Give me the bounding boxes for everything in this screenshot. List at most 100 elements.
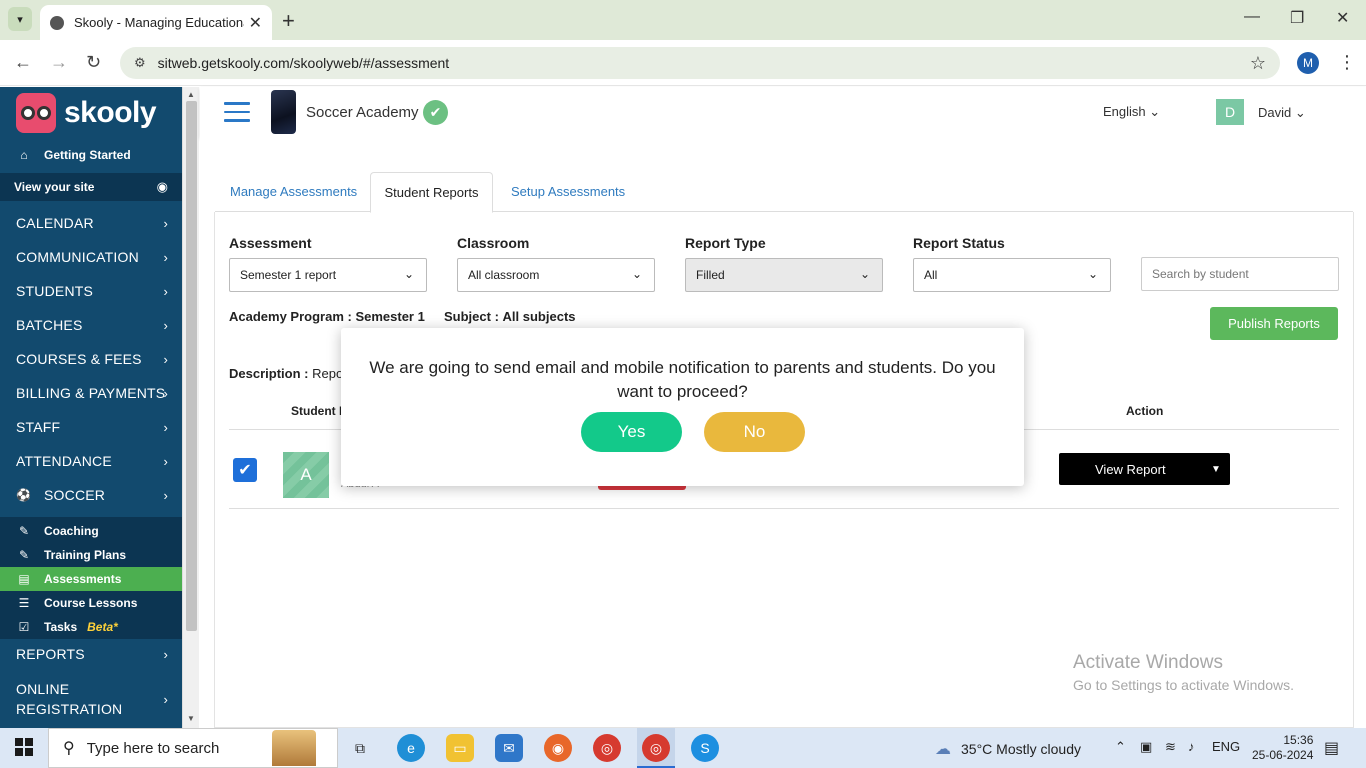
- favicon-icon: [50, 15, 64, 30]
- confirm-message: We are going to send email and mobile no…: [369, 358, 996, 401]
- edge-icon[interactable]: e: [397, 734, 425, 762]
- sidebar-item-students[interactable]: STUDENTS ›: [0, 279, 182, 303]
- browser-tab[interactable]: Skooly - Managing Educational ✕: [40, 5, 272, 40]
- chrome-icon[interactable]: ◎: [593, 734, 621, 762]
- search-icon: ⚲: [63, 740, 75, 757]
- chevron-down-icon: ⌄: [1294, 105, 1306, 120]
- reload-icon[interactable]: ↻: [86, 52, 101, 73]
- mail-icon[interactable]: ✉: [495, 734, 523, 762]
- column-header-student: Student N: [291, 404, 348, 418]
- windows-taskbar: ⚲ Type here to search ⧉ e ▭ ✉ ◉ ◎ ◎ S ☁ …: [0, 728, 1366, 768]
- chevron-right-icon: ›: [163, 487, 168, 503]
- activate-windows-title: Activate Windows: [1073, 652, 1223, 673]
- weather-widget[interactable]: ☁ 35°C Mostly cloudy: [935, 739, 1081, 759]
- cloud-icon: ☁: [935, 741, 951, 758]
- row-checkbox[interactable]: ✔: [233, 458, 257, 482]
- browser-profile-avatar[interactable]: M: [1297, 52, 1319, 74]
- tab-search-icon[interactable]: ▾: [8, 7, 32, 31]
- scroll-up-icon[interactable]: ▲: [187, 90, 195, 99]
- window-close-icon[interactable]: ✕: [1336, 8, 1349, 28]
- sidebar-item-reports[interactable]: REPORTS ›: [0, 642, 182, 666]
- taskbar-clock[interactable]: 15:36 25-06-2024: [1252, 733, 1313, 763]
- report-type-select[interactable]: Filled ⌄: [685, 258, 883, 292]
- chevron-right-icon: ›: [163, 419, 168, 435]
- browser-menu-icon[interactable]: ⋮: [1338, 52, 1356, 73]
- sidebar-item-calendar[interactable]: CALENDAR ›: [0, 211, 182, 235]
- eye-icon: ◉: [156, 179, 168, 194]
- sidebar-item-courses-fees[interactable]: COURSES & FEES ›: [0, 347, 182, 371]
- skooly-logo[interactable]: skooly: [16, 93, 157, 133]
- tab-title: Skooly - Managing Educational: [74, 15, 244, 30]
- sidebar-item-assessments[interactable]: ▤ Assessments: [0, 567, 182, 591]
- sidebar-item-online-registration[interactable]: ONLINE REGISTRATION ›: [0, 677, 182, 721]
- chevron-down-icon: ⌄: [631, 267, 642, 281]
- publish-reports-button[interactable]: Publish Reports: [1210, 307, 1338, 340]
- sidebar-item-attendance[interactable]: ATTENDANCE ›: [0, 449, 182, 473]
- tab-manage-assessments[interactable]: Manage Assessments: [230, 184, 357, 199]
- sidebar-item-getting-started[interactable]: ⌂ Getting Started: [0, 143, 182, 167]
- sidebar-item-training-plans[interactable]: ✎ Training Plans: [0, 543, 182, 567]
- sidebar-item-batches[interactable]: BATCHES ›: [0, 313, 182, 337]
- report-type-label: Report Type: [685, 235, 766, 251]
- notification-icon[interactable]: ▤: [1324, 738, 1339, 758]
- view-report-button[interactable]: View Report ▼: [1059, 453, 1230, 485]
- table-divider: [229, 508, 1339, 509]
- user-menu[interactable]: David ⌄: [1258, 105, 1306, 121]
- meet-now-icon[interactable]: ▣: [1140, 739, 1152, 755]
- chevron-right-icon: ›: [163, 646, 168, 662]
- chevron-up-icon[interactable]: ⌃: [1115, 739, 1126, 755]
- sidebar-item-staff[interactable]: STAFF ›: [0, 415, 182, 439]
- sidebar-item-course-lessons[interactable]: ☰ Course Lessons: [0, 591, 182, 615]
- back-icon[interactable]: ←: [14, 52, 32, 73]
- url-text[interactable]: sitweb.getskooly.com/skoolyweb/#/assessm…: [158, 55, 450, 71]
- tab-close-icon[interactable]: ✕: [249, 13, 262, 33]
- sidebar-item-tasks[interactable]: ☑ Tasks Beta*: [0, 615, 182, 639]
- forward-icon[interactable]: →: [50, 52, 68, 73]
- chevron-right-icon: ›: [163, 385, 168, 401]
- confirm-dialog: We are going to send email and mobile no…: [341, 328, 1024, 486]
- scroll-down-icon[interactable]: ▼: [187, 714, 195, 723]
- search-highlight-image[interactable]: [272, 730, 316, 766]
- user-avatar[interactable]: D: [1216, 99, 1244, 125]
- volume-icon[interactable]: ♪: [1188, 739, 1195, 754]
- chevron-right-icon: ›: [163, 351, 168, 367]
- windows-start-icon[interactable]: [15, 738, 33, 756]
- yes-button[interactable]: Yes: [581, 412, 682, 452]
- language-indicator[interactable]: ENG: [1212, 739, 1240, 754]
- sidebar-item-coaching[interactable]: ✎ Coaching: [0, 519, 182, 543]
- search-student-input[interactable]: [1141, 257, 1339, 291]
- report-status-select[interactable]: All ⌄: [913, 258, 1111, 292]
- sidebar-item-soccer[interactable]: ⚽ SOCCER ›: [0, 483, 182, 507]
- sidebar-item-communication[interactable]: COMMUNICATION ›: [0, 245, 182, 269]
- classroom-select[interactable]: All classroom ⌄: [457, 258, 655, 292]
- browser-tabbar: ▾ Skooly - Managing Educational ✕ + — ❐ …: [0, 0, 1366, 40]
- firefox-icon[interactable]: ◉: [544, 734, 572, 762]
- tab-setup-assessments[interactable]: Setup Assessments: [511, 184, 625, 199]
- hamburger-menu-icon[interactable]: [224, 102, 250, 122]
- bookmark-star-icon[interactable]: ☆: [1250, 53, 1266, 74]
- minimize-icon[interactable]: —: [1244, 8, 1260, 26]
- subject-info: Subject : All subjects: [444, 309, 576, 324]
- chevron-right-icon: ›: [163, 249, 168, 265]
- wifi-icon[interactable]: ≋: [1165, 739, 1176, 755]
- chrome-profile-icon[interactable]: ◎: [642, 734, 670, 762]
- sidebar-item-view-site[interactable]: View your site ◉: [0, 173, 182, 201]
- no-button[interactable]: No: [704, 412, 805, 452]
- new-tab-icon[interactable]: +: [282, 8, 295, 34]
- chevron-down-icon: ⌄: [1149, 104, 1161, 119]
- chevron-down-icon[interactable]: ▼: [1202, 453, 1230, 485]
- assessment-select[interactable]: Semester 1 report ⌄: [229, 258, 427, 292]
- sidebar-scrollbar[interactable]: ▲ ▼: [182, 87, 199, 728]
- sidebar-item-billing-payments[interactable]: BILLING & PAYMENTS ›: [0, 381, 182, 405]
- omnibox[interactable]: ⚙ sitweb.getskooly.com/skoolyweb/#/asses…: [120, 47, 1280, 79]
- language-selector[interactable]: English ⌄: [1103, 104, 1160, 120]
- tab-student-reports[interactable]: Student Reports: [370, 172, 493, 213]
- scrollbar-thumb[interactable]: [186, 101, 197, 631]
- file-explorer-icon[interactable]: ▭: [446, 734, 474, 762]
- address-bar: ← → ↻ ⚙ sitweb.getskooly.com/skoolyweb/#…: [0, 40, 1366, 86]
- site-info-icon[interactable]: ⚙: [134, 55, 146, 71]
- skype-icon[interactable]: S: [691, 734, 719, 762]
- restore-icon[interactable]: ❐: [1290, 8, 1304, 28]
- task-view-icon[interactable]: ⧉: [346, 734, 374, 762]
- beta-badge: Beta*: [87, 620, 118, 634]
